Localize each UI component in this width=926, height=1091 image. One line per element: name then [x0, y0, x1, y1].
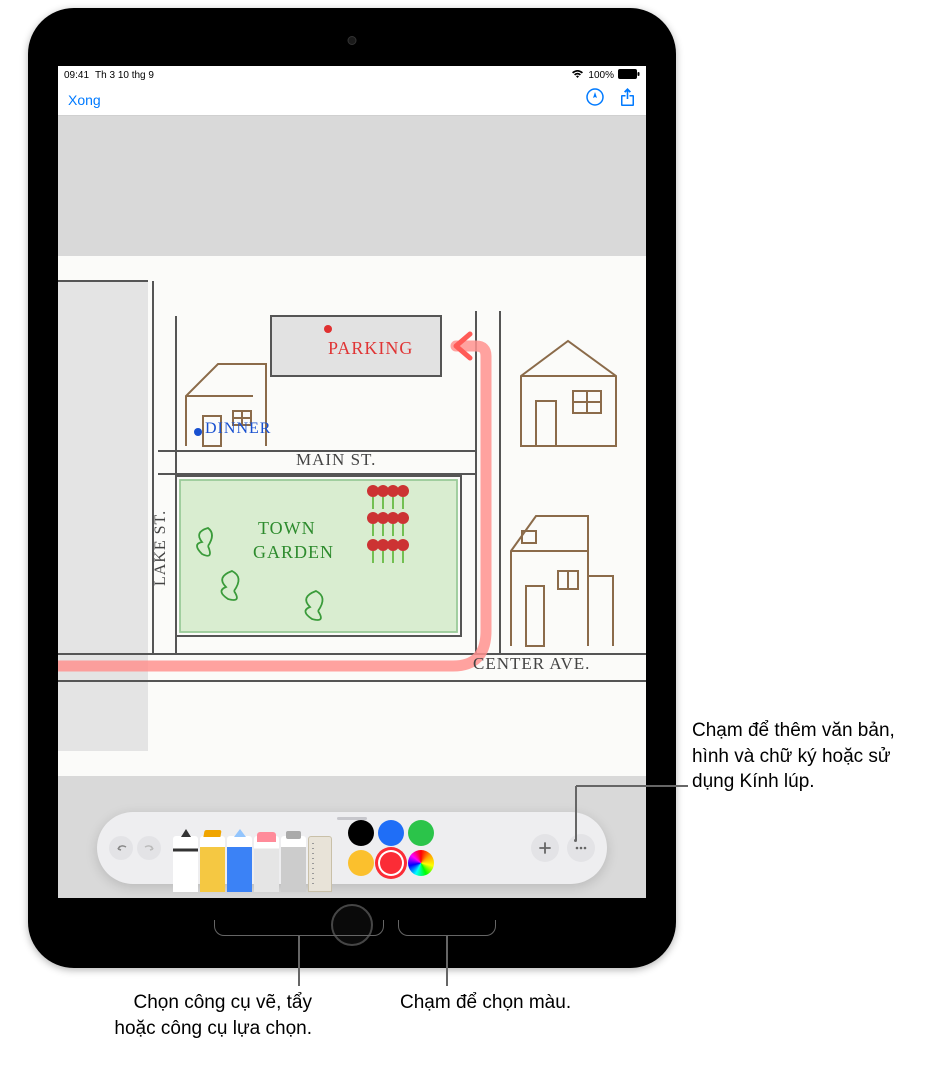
ipad-bezel: 09:41 Th 3 10 thg 9 100% Xong — [36, 16, 668, 960]
color-palette — [348, 820, 434, 876]
label-center-ave: CENTER AVE. — [473, 654, 590, 674]
status-time: 09:41 — [64, 70, 89, 81]
content-area: PARKING DINNER MAIN ST. LAKE ST. TOWN GA… — [58, 116, 646, 898]
undo-button[interactable] — [109, 836, 133, 860]
share-icon[interactable] — [619, 87, 636, 112]
screen: 09:41 Th 3 10 thg 9 100% Xong — [58, 66, 646, 898]
markup-toolbar — [97, 812, 607, 884]
color-black[interactable] — [348, 820, 374, 846]
pencil-tool[interactable] — [227, 836, 252, 892]
color-picker-icon[interactable] — [408, 850, 434, 876]
label-garden: GARDEN — [253, 542, 334, 563]
status-date: Th 3 10 thg 9 — [95, 70, 154, 81]
drawing-tools — [173, 812, 332, 884]
callout-add: Chạm để thêm văn bản, hình và chữ ký hoặ… — [692, 718, 912, 795]
label-main-st: MAIN ST. — [296, 450, 376, 470]
label-town: TOWN — [258, 518, 316, 539]
pen-tool[interactable] — [173, 836, 198, 892]
nav-bar: Xong — [58, 84, 646, 116]
done-button[interactable]: Xong — [68, 92, 101, 108]
markup-icon[interactable] — [585, 87, 605, 112]
add-button[interactable] — [531, 834, 559, 862]
ruler-tool[interactable] — [308, 836, 332, 892]
redo-button[interactable] — [137, 836, 161, 860]
color-blue[interactable] — [378, 820, 404, 846]
marker-tool[interactable] — [200, 836, 225, 892]
callout-tools: Chọn công cụ vẽ, tẩy hoặc công cụ lựa ch… — [102, 990, 312, 1041]
sketch-drawing — [58, 256, 646, 776]
label-dinner: DINNER — [205, 420, 271, 438]
drawing-canvas[interactable]: PARKING DINNER MAIN ST. LAKE ST. TOWN GA… — [58, 256, 646, 776]
more-button[interactable] — [567, 834, 595, 862]
status-bar: 09:41 Th 3 10 thg 9 100% — [58, 66, 646, 84]
callout-color: Chạm để chọn màu. — [400, 990, 630, 1016]
wifi-icon — [571, 69, 584, 82]
eraser-tool[interactable] — [254, 836, 279, 892]
color-yellow[interactable] — [348, 850, 374, 876]
battery-percent: 100% — [588, 70, 614, 81]
color-green[interactable] — [408, 820, 434, 846]
color-red-selected[interactable] — [378, 850, 404, 876]
label-lake-st: LAKE ST. — [152, 510, 170, 586]
callout-tools-bracket — [214, 920, 384, 936]
callout-color-bracket — [398, 920, 496, 936]
toolbar-drag-handle[interactable] — [337, 817, 367, 820]
lasso-tool[interactable] — [281, 836, 306, 892]
front-camera — [348, 36, 357, 45]
ipad-frame: 09:41 Th 3 10 thg 9 100% Xong — [28, 8, 676, 968]
label-parking: PARKING — [328, 338, 413, 359]
battery-icon — [618, 69, 640, 82]
callout-add-line — [576, 785, 688, 787]
